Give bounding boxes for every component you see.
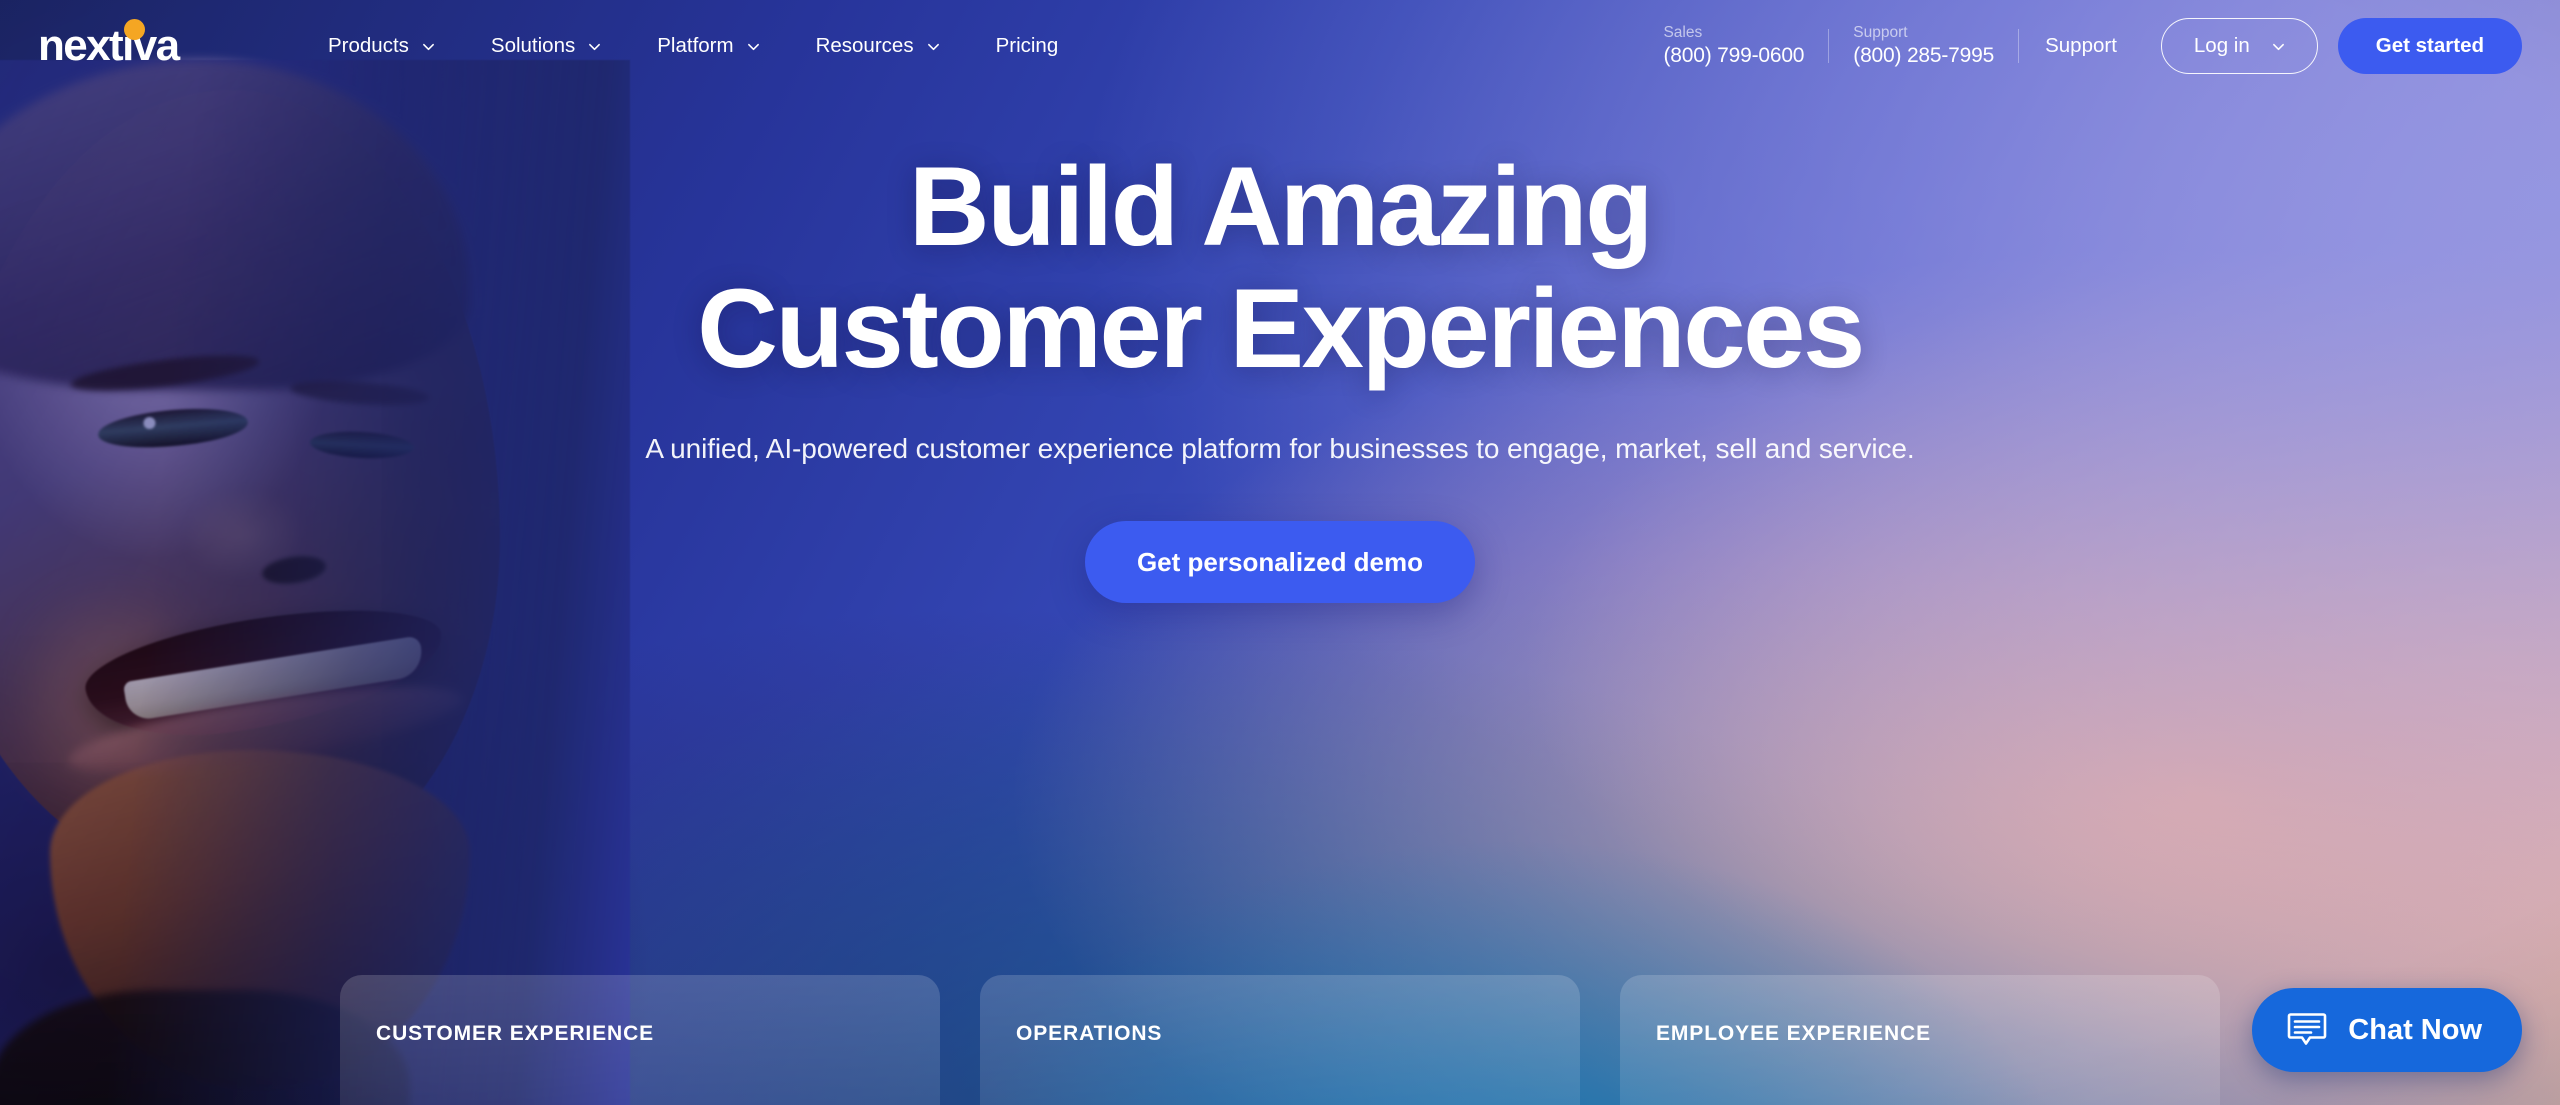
nav-item-pricing[interactable]: Pricing — [968, 34, 1087, 58]
hero-subtitle: A unified, AI-powered customer experienc… — [645, 433, 1915, 465]
logo-dot-icon — [124, 19, 145, 40]
nav-item-label: Platform — [657, 34, 734, 57]
category-cards: CUSTOMER EXPERIENCE OPERATIONS EMPLOYEE … — [340, 975, 2220, 1105]
sales-phone-number: (800) 799-0600 — [1663, 43, 1805, 67]
hero-title-line-1: Build Amazing — [908, 144, 1654, 269]
nav-item-platform[interactable]: Platform — [629, 34, 787, 58]
chevron-down-icon — [2272, 40, 2285, 53]
card-label: OPERATIONS — [1016, 1022, 1163, 1045]
chevron-down-icon — [588, 40, 601, 53]
get-started-button[interactable]: Get started — [2337, 18, 2522, 74]
nav-item-label: Resources — [815, 34, 914, 57]
site-header: nextiva Products Solutions Platform Reso… — [0, 0, 2560, 92]
nav-item-solutions[interactable]: Solutions — [463, 34, 629, 58]
nav-item-resources[interactable]: Resources — [788, 34, 968, 58]
nextiva-logo[interactable]: nextiva — [38, 19, 238, 69]
support-phone[interactable]: Support (800) 285-7995 — [1829, 24, 2018, 67]
page-root: nextiva Products Solutions Platform Reso… — [0, 0, 2560, 1105]
support-phone-label: Support — [1853, 24, 1908, 42]
get-personalized-demo-button[interactable]: Get personalized demo — [1084, 521, 1476, 604]
hero-title-line-2: Customer Experiences — [697, 265, 1865, 391]
nav-item-label: Pricing — [995, 34, 1059, 57]
card-customer-experience[interactable]: CUSTOMER EXPERIENCE — [340, 975, 940, 1105]
log-in-button[interactable]: Log in — [2160, 18, 2318, 74]
nav-item-label: Solutions — [490, 34, 576, 57]
chat-now-button[interactable]: Chat Now — [2252, 988, 2522, 1072]
card-label: EMPLOYEE EXPERIENCE — [1656, 1022, 1931, 1045]
support-link[interactable]: Support — [2019, 34, 2143, 58]
chat-now-label: Chat Now — [2348, 1013, 2482, 1046]
card-label: CUSTOMER EXPERIENCE — [376, 1022, 655, 1045]
nav-item-products[interactable]: Products — [300, 34, 463, 58]
chat-bubble-icon — [2286, 1009, 2328, 1051]
chevron-down-icon — [927, 40, 940, 53]
log-in-label: Log in — [2193, 34, 2250, 57]
header-right-cluster: Sales (800) 799-0600 Support (800) 285-7… — [1639, 18, 2522, 74]
hero-section: Build Amazing Customer Experiences A uni… — [0, 144, 2560, 604]
chevron-down-icon — [747, 40, 760, 53]
main-navigation: Products Solutions Platform Resources Pr… — [300, 34, 1086, 58]
hero-title: Build Amazing Customer Experiences — [697, 144, 1865, 391]
sales-phone[interactable]: Sales (800) 799-0600 — [1639, 24, 1828, 67]
card-employee-experience[interactable]: EMPLOYEE EXPERIENCE — [1620, 975, 2220, 1105]
support-phone-number: (800) 285-7995 — [1853, 43, 1995, 67]
card-operations[interactable]: OPERATIONS — [980, 975, 1580, 1105]
sales-phone-label: Sales — [1663, 24, 1703, 42]
nav-item-label: Products — [328, 34, 409, 57]
chevron-down-icon — [422, 40, 435, 53]
